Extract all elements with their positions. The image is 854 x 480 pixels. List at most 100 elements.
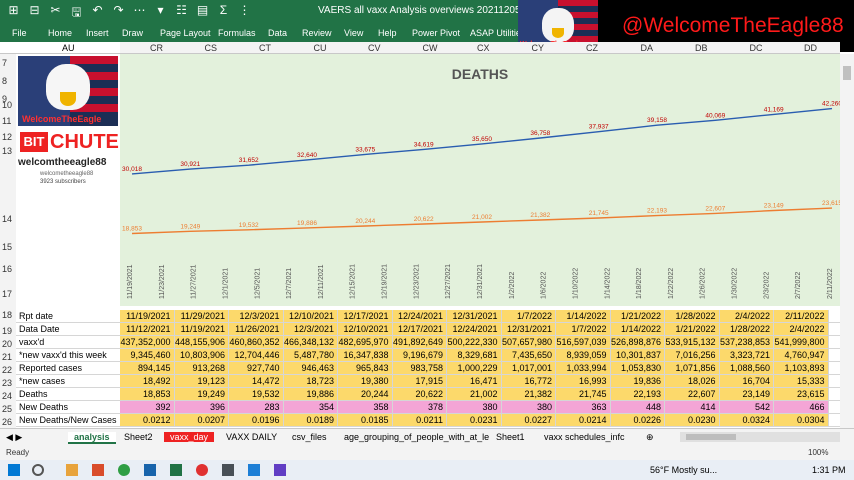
column-header[interactable]: CR [150,43,163,53]
table-cell[interactable]: 11/26/2021 [229,323,284,335]
table-cell[interactable]: 1,017,001 [501,362,556,374]
table-cell[interactable]: 1,103,893 [774,362,829,374]
horizontal-scrollbar[interactable] [680,432,840,442]
excel-icon[interactable] [170,464,182,476]
table-cell[interactable]: 533,915,132 [665,336,720,348]
table-cell[interactable]: 0.0207 [174,414,229,426]
tab-insert[interactable]: Insert [86,28,109,38]
table-cell[interactable]: 1/21/2022 [665,323,720,335]
table-cell[interactable]: 927,740 [229,362,284,374]
table-cell[interactable]: 22,193 [610,388,665,400]
name-box[interactable]: AU [0,42,120,54]
table-cell[interactable]: 21,382 [501,388,556,400]
table-cell[interactable]: 983,758 [392,362,447,374]
browser-icon[interactable] [118,464,130,476]
table-cell[interactable]: 0.0324 [719,414,774,426]
table-cell[interactable]: 1/21/2022 [610,310,665,322]
table-cell[interactable]: 541,999,800 [774,336,829,348]
table-cell[interactable]: 1/7/2022 [556,323,611,335]
table-cell[interactable]: 16,993 [556,375,611,387]
row-number[interactable]: 7 [2,58,7,68]
table-cell[interactable]: 18,853 [120,388,175,400]
table-cell[interactable]: 18,723 [283,375,338,387]
table-cell[interactable]: 0.0189 [283,414,338,426]
grid-icon[interactable]: ⊟ [27,3,42,24]
table-cell[interactable]: 448 [610,401,665,413]
table-cell[interactable]: 7,016,256 [665,349,720,361]
table-cell[interactable]: 491,892,649 [392,336,447,348]
table-cell[interactable]: 8,329,681 [447,349,502,361]
sheet-tab-age-grouping[interactable]: age_grouping_of_people_with_at_le [344,432,489,442]
redo-icon[interactable]: ↷ [111,3,126,24]
row-label[interactable]: *new vaxx'd this week [16,349,120,361]
table-cell[interactable]: 1,033,994 [556,362,611,374]
table-cell[interactable]: 448,155,906 [174,336,229,348]
table-cell[interactable]: 19,836 [610,375,665,387]
table-cell[interactable]: 11/12/2021 [120,323,175,335]
table-cell[interactable]: 10,803,906 [174,349,229,361]
app3-icon[interactable] [274,464,286,476]
table-cell[interactable]: 363 [556,401,611,413]
sheet-tab-vaxx-day[interactable]: vaxx_day [164,432,215,442]
row-label[interactable]: New Deaths/New Cases [16,414,120,426]
table-cell[interactable]: 7,435,650 [501,349,556,361]
table-cell[interactable]: 18,492 [120,375,175,387]
scrollbar-thumb[interactable] [843,66,851,80]
row-number[interactable]: 13 [2,146,12,156]
table-cell[interactable]: 20,244 [338,388,393,400]
app-icon[interactable] [92,464,104,476]
search-icon[interactable] [32,464,44,476]
table-cell[interactable]: 2/4/2022 [774,323,829,335]
table-cell[interactable]: 0.0211 [392,414,447,426]
table-cell[interactable]: 18,026 [665,375,720,387]
table-cell[interactable]: 0.0227 [501,414,556,426]
table-cell[interactable]: 354 [283,401,338,413]
windows-start-icon[interactable] [8,464,20,476]
sheet-tab-vaxx-schedules[interactable]: vaxx schedules_infc [544,432,625,442]
table-cell[interactable]: 482,695,970 [338,336,393,348]
video-icon[interactable] [248,464,260,476]
sheet-tab-sheet1[interactable]: Sheet1 [496,432,525,442]
table-cell[interactable]: 542 [719,401,774,413]
table-cell[interactable]: 1,088,560 [719,362,774,374]
table-cell[interactable]: 11/19/2021 [120,310,175,322]
tab-power-pivot[interactable]: Power Pivot [412,28,460,38]
table-cell[interactable]: 12/3/2021 [283,323,338,335]
table-cell[interactable]: 12/31/2021 [447,310,502,322]
column-header[interactable]: DD [804,43,817,53]
filter-icon[interactable]: ☷ [174,3,189,24]
table-cell[interactable]: 2/11/2022 [774,310,829,322]
table-cell[interactable]: 965,843 [338,362,393,374]
table-cell[interactable]: 14,472 [229,375,284,387]
table-icon[interactable]: ▤ [195,3,210,24]
table-cell[interactable]: 9,196,679 [392,349,447,361]
row-number[interactable]: 11 [2,116,11,126]
dropdown-icon[interactable]: ▾ [153,3,168,24]
table-cell[interactable]: 1,053,830 [610,362,665,374]
column-header[interactable]: CV [368,43,381,53]
row-number[interactable]: 17 [2,289,12,299]
table-cell[interactable]: 1/28/2022 [719,323,774,335]
table-cell[interactable]: 537,238,853 [719,336,774,348]
table-cell[interactable]: 358 [338,401,393,413]
table-cell[interactable]: 0.0304 [774,414,829,426]
table-cell[interactable]: 1,071,856 [665,362,720,374]
save-icon[interactable]: 🖫 [69,3,84,24]
column-header[interactable]: DA [641,43,654,53]
table-cell[interactable]: 0.0196 [229,414,284,426]
column-header[interactable]: CW [423,43,438,53]
add-sheet-icon[interactable]: ⊕ [646,432,654,443]
zoom-level[interactable]: 100% [808,448,828,457]
table-cell[interactable]: 16,471 [447,375,502,387]
table-cell[interactable]: 1/14/2022 [610,323,665,335]
table-cell[interactable]: 946,463 [283,362,338,374]
table-cell[interactable]: 0.0185 [338,414,393,426]
autosum-icon[interactable]: Σ [216,3,231,24]
tab-data[interactable]: Data [268,28,287,38]
table-cell[interactable]: 1/7/2022 [501,310,556,322]
row-number[interactable]: 8 [2,76,7,86]
table-cell[interactable]: 12/17/2021 [392,323,447,335]
table-cell[interactable]: 894,145 [120,362,175,374]
tab-page-layout[interactable]: Page Layout [160,28,211,38]
table-cell[interactable]: 23,615 [774,388,829,400]
